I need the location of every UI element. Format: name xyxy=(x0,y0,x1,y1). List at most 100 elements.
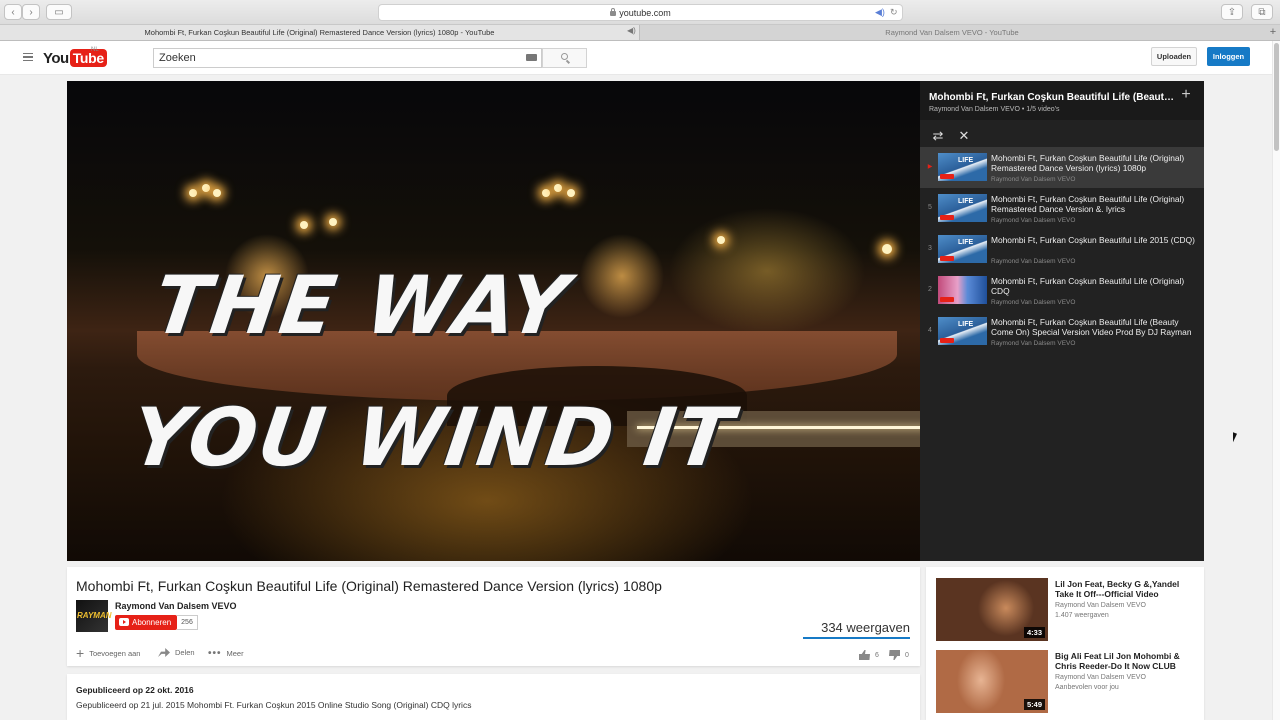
video-duration: 5:49 xyxy=(1023,699,1045,710)
description-text: Gepubliceerd op 21 jul. 2015 Mohombi Ft.… xyxy=(76,700,472,710)
video-lamp xyxy=(542,189,550,197)
repeat-icon[interactable]: ⇄ xyxy=(930,128,946,144)
playlist-item-thumbnail: LIFE xyxy=(938,194,987,222)
more-label: Meer xyxy=(226,649,244,658)
playlist-item-channel: Raymond Van Dalsem VEVO xyxy=(991,217,1076,224)
playlist-item-title: Mohombi Ft, Furkan Coşkun Beautiful Life… xyxy=(991,276,1185,296)
lock-icon xyxy=(610,8,617,16)
search-placeholder: Zoeken xyxy=(159,52,196,64)
tab-bar: Mohombi Ft, Furkan Coşkun Beautiful Life… xyxy=(0,25,1280,41)
video-player[interactable]: THE WAY YOU WIND IT xyxy=(67,81,920,561)
playlist-item-title: Mohombi Ft, Furkan Coşkun Beautiful Life… xyxy=(991,153,1185,173)
share-icon: ⇪ xyxy=(1227,6,1237,18)
playlist-item[interactable]: 4 LIFE Mohombi Ft, Furkan Coşkun Beautif… xyxy=(920,311,1204,352)
video-lamp xyxy=(300,221,308,229)
related-video-meta: Aanbevolen voor jou xyxy=(1055,684,1119,691)
playlist-title[interactable]: Mohombi Ft, Furkan Coşkun Beautiful Life… xyxy=(929,92,1175,103)
video-title: Mohombi Ft, Furkan Coşkun Beautiful Life… xyxy=(76,578,662,594)
youtube-play-icon xyxy=(119,618,129,626)
page-scrollbar[interactable] xyxy=(1272,41,1280,720)
tab-channel[interactable]: Raymond Van Dalsem VEVO - YouTube xyxy=(641,25,1263,40)
speaker-icon[interactable]: ◀) xyxy=(875,7,885,18)
sentiment-bar xyxy=(803,637,910,639)
share-video-button[interactable]: Delen xyxy=(158,648,195,657)
tab-audio-icon[interactable]: ◀) xyxy=(627,26,636,35)
playlist-item[interactable]: 2 Mohombi Ft, Furkan Coşkun Beautiful Li… xyxy=(920,270,1204,311)
more-button[interactable]: ••• Meer xyxy=(208,648,244,659)
subscribe-label: Abonneren xyxy=(132,618,172,627)
playlist-item-index: 2 xyxy=(928,286,932,293)
share-button[interactable]: ⇪ xyxy=(1221,4,1243,20)
add-to-button[interactable]: + Toevoegen aan xyxy=(76,645,141,661)
login-button[interactable]: Inloggen xyxy=(1207,47,1250,66)
related-video-thumbnail[interactable]: 5:49 xyxy=(936,650,1048,713)
playlist-item-thumbnail: LIFE xyxy=(938,317,987,345)
address-bar[interactable]: youtube.com ◀) ↻ xyxy=(378,4,903,21)
sidebar-toggle-button[interactable]: ▭ xyxy=(46,4,72,20)
related-video-thumbnail[interactable]: 4:33 xyxy=(936,578,1048,641)
more-dots-icon: ••• xyxy=(208,648,222,659)
keyboard-icon[interactable] xyxy=(526,54,537,61)
playlist-item-thumbnail xyxy=(938,276,987,304)
video-duration: 4:33 xyxy=(1023,627,1045,638)
address-url: youtube.com xyxy=(619,7,671,18)
playlist-item-channel: Raymond Van Dalsem VEVO xyxy=(991,258,1076,265)
menu-icon[interactable] xyxy=(23,53,33,61)
search-button[interactable] xyxy=(542,48,587,68)
playlist-item-thumbnail: LIFE xyxy=(938,235,987,263)
add-to-label: Toevoegen aan xyxy=(89,648,141,658)
publish-date: Gepubliceerd op 22 okt. 2016 xyxy=(76,685,194,695)
playlist-subtitle: Raymond Van Dalsem VEVO • 1/5 video's xyxy=(929,106,1060,113)
playlist-item-title: Mohombi Ft, Furkan Coşkun Beautiful Life… xyxy=(991,194,1185,214)
related-video-title[interactable]: Lil Jon Feat, Becky G &,Yandel Take It O… xyxy=(1055,579,1195,599)
back-button[interactable]: ‹ xyxy=(4,4,22,20)
related-video-channel: Raymond Van Dalsem VEVO xyxy=(1055,674,1146,681)
like-button[interactable]: 6 xyxy=(859,650,879,660)
video-info-card: Mohombi Ft, Furkan Coşkun Beautiful Life… xyxy=(67,567,920,666)
upload-button[interactable]: Uploaden xyxy=(1151,47,1197,66)
now-playing-icon: ▶ xyxy=(927,164,933,170)
video-lamp xyxy=(567,189,575,197)
thumbs-up-icon xyxy=(859,650,870,660)
playlist-item-index: 4 xyxy=(928,327,932,334)
shuffle-icon[interactable]: ✕ xyxy=(956,128,972,144)
description-card: Gepubliceerd op 22 okt. 2016 Gepubliceer… xyxy=(67,674,920,720)
related-video-meta: 1.407 weergaven xyxy=(1055,612,1109,619)
playlist-item-title: Mohombi Ft, Furkan Coşkun Beautiful Life… xyxy=(991,235,1195,245)
add-playlist-icon[interactable]: + xyxy=(1179,87,1193,103)
playlist-item-channel: Raymond Van Dalsem VEVO xyxy=(991,340,1076,347)
share-label: Delen xyxy=(175,648,195,657)
share-arrow-icon xyxy=(158,648,170,657)
avatar-logo-text: RAYMAN xyxy=(77,611,112,620)
related-video-item[interactable]: 5:49 Big Ali Feat Lil Jon Mohombi & Chri… xyxy=(936,650,1198,714)
region-label: NL xyxy=(91,47,99,53)
dislike-button[interactable]: 0 xyxy=(889,650,909,660)
video-lamp xyxy=(882,244,892,254)
video-caption-line1: THE WAY xyxy=(148,259,576,352)
playlist-item-channel: Raymond Van Dalsem VEVO xyxy=(991,299,1076,306)
tabs-overview-button[interactable]: ⧉ xyxy=(1251,4,1273,20)
forward-button[interactable]: › xyxy=(22,4,40,20)
youtube-header: You Tube NL Zoeken xyxy=(0,41,1272,75)
reload-icon[interactable]: ↻ xyxy=(890,7,898,18)
scroll-thumb[interactable] xyxy=(1274,43,1279,151)
plus-icon: + xyxy=(76,645,85,661)
tab-youtube-video[interactable]: Mohombi Ft, Furkan Coşkun Beautiful Life… xyxy=(0,25,640,40)
like-count: 6 xyxy=(875,651,879,659)
playlist-item[interactable]: ▶ LIFE Mohombi Ft, Furkan Coşkun Beautif… xyxy=(920,147,1204,188)
playlist-item[interactable]: 3 LIFE Mohombi Ft, Furkan Coşkun Beautif… xyxy=(920,229,1204,270)
subscribe-button[interactable]: Abonneren xyxy=(115,615,177,630)
logo-you-text: You xyxy=(43,49,69,67)
subscriber-count: 256 xyxy=(177,615,198,630)
related-video-item[interactable]: 4:33 Lil Jon Feat, Becky G &,Yandel Take… xyxy=(936,578,1198,642)
search-input[interactable]: Zoeken xyxy=(153,48,542,68)
playlist-item[interactable]: 5 LIFE Mohombi Ft, Furkan Coşkun Beautif… xyxy=(920,188,1204,229)
related-video-title[interactable]: Big Ali Feat Lil Jon Mohombi & Chris Ree… xyxy=(1055,651,1195,671)
channel-avatar[interactable]: RAYMAN xyxy=(76,600,112,632)
logo-tube-text: Tube xyxy=(69,49,107,67)
view-count: 334 weergaven xyxy=(821,620,910,635)
channel-name[interactable]: Raymond Van Dalsem VEVO xyxy=(115,601,237,611)
new-tab-button[interactable]: + xyxy=(1266,25,1280,40)
video-lamp xyxy=(554,184,562,192)
playlist-header: Mohombi Ft, Furkan Coşkun Beautiful Life… xyxy=(920,81,1204,120)
